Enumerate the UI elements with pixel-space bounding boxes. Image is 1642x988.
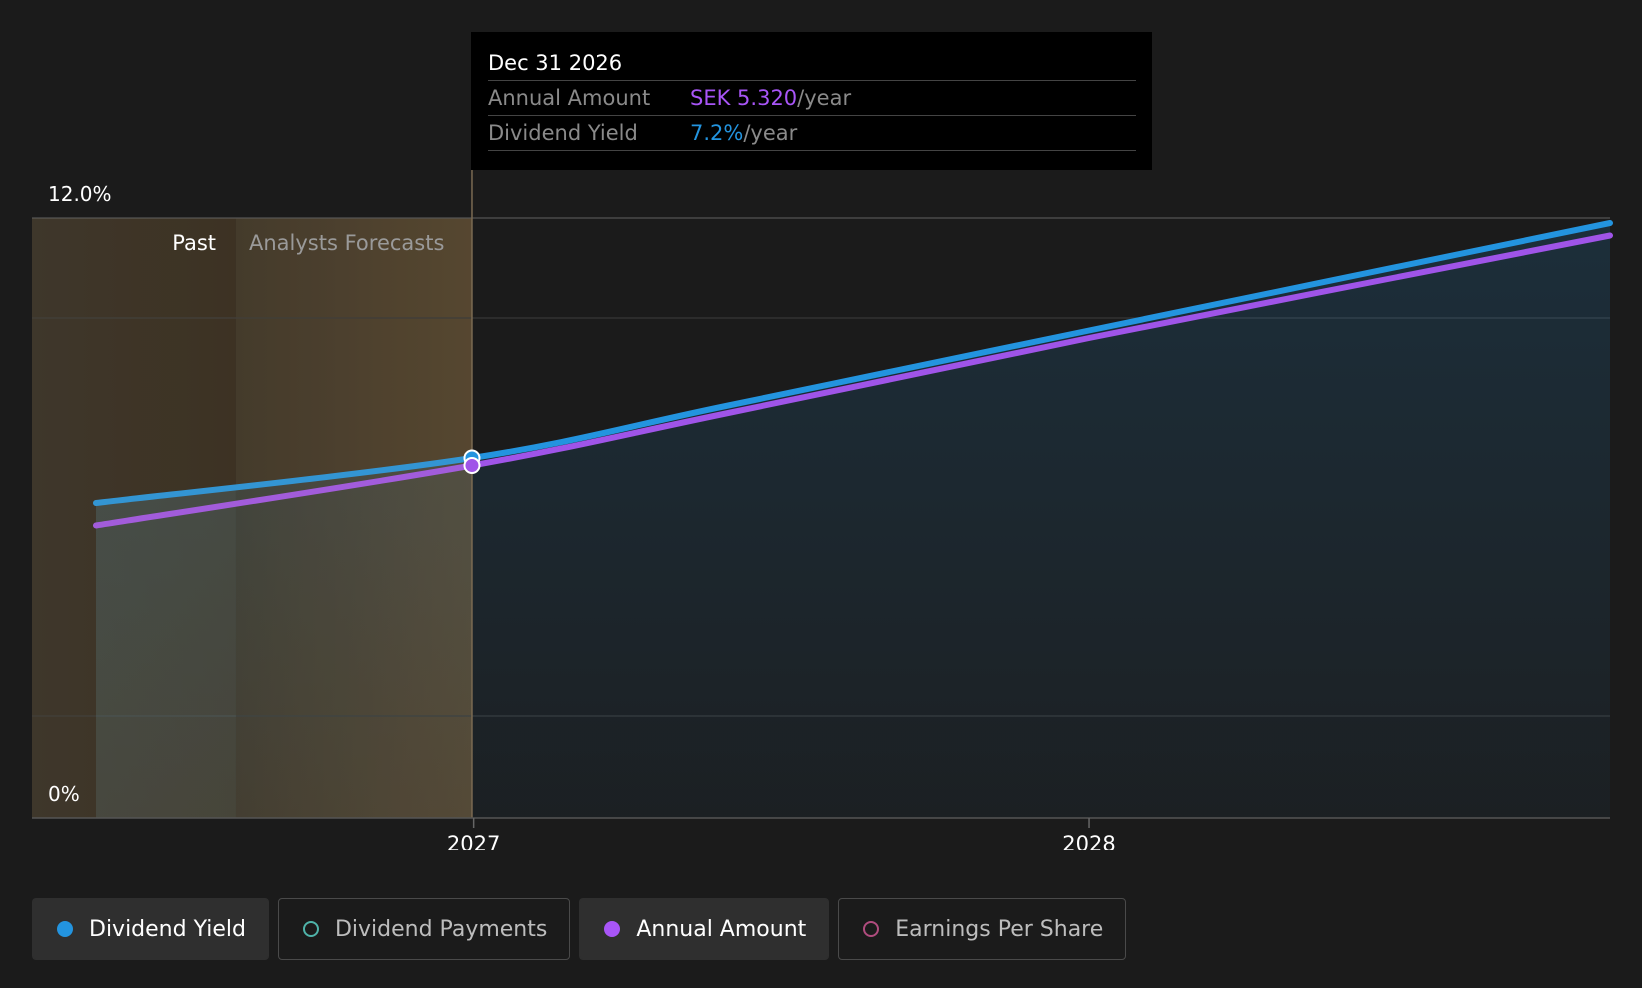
legend-label: Dividend Payments bbox=[334, 916, 548, 942]
legend-label: Dividend Yield bbox=[89, 916, 246, 942]
forecast-label: Analysts Forecasts bbox=[249, 231, 444, 255]
earnings-per-share-dot-icon bbox=[863, 921, 880, 937]
legend-label: Annual Amount bbox=[636, 916, 807, 942]
tooltip-unit: /year bbox=[797, 86, 852, 110]
x-tick-label: 2027 bbox=[447, 832, 500, 850]
y-tick-label-top: 12.0% bbox=[48, 182, 112, 206]
tooltip-date: Dec 31 2026 bbox=[488, 46, 1136, 81]
tooltip-label: Dividend Yield bbox=[488, 121, 638, 145]
dividend-payments-dot-icon bbox=[302, 921, 319, 937]
y-tick-label-bottom: 0% bbox=[48, 782, 80, 806]
x-ticks: 2027 2028 bbox=[447, 818, 1116, 850]
legend-label: Earnings Per Share bbox=[895, 916, 1104, 942]
annual-amount-dot-icon bbox=[604, 921, 621, 937]
legend-dividend-yield[interactable]: Dividend Yield bbox=[32, 898, 269, 960]
tooltip-row-dividend-yield: Dividend Yield 7.2% /year bbox=[488, 116, 1136, 151]
tooltip-value: 7.2% bbox=[690, 121, 744, 145]
highlight-markers bbox=[463, 449, 481, 474]
tooltip: Dec 31 2026 Annual Amount SEK 5.320 /yea… bbox=[471, 32, 1152, 170]
forecast-veil bbox=[32, 218, 472, 818]
dividend-yield-dot-icon bbox=[57, 921, 73, 937]
legend-earnings-per-share[interactable]: Earnings Per Share bbox=[838, 898, 1127, 960]
tooltip-row-annual-amount: Annual Amount SEK 5.320 /year bbox=[488, 81, 1136, 116]
legend-annual-amount[interactable]: Annual Amount bbox=[579, 898, 830, 960]
past-label: Past bbox=[172, 231, 216, 255]
legend: Dividend Yield Dividend Payments Annual … bbox=[32, 898, 1127, 960]
marker-annual-amount[interactable] bbox=[463, 457, 481, 474]
tooltip-label: Annual Amount bbox=[488, 86, 651, 110]
legend-dividend-payments[interactable]: Dividend Payments bbox=[277, 898, 571, 960]
x-tick-label: 2028 bbox=[1062, 832, 1115, 850]
tooltip-value: SEK 5.320 bbox=[690, 86, 798, 110]
tooltip-unit: /year bbox=[743, 121, 798, 145]
